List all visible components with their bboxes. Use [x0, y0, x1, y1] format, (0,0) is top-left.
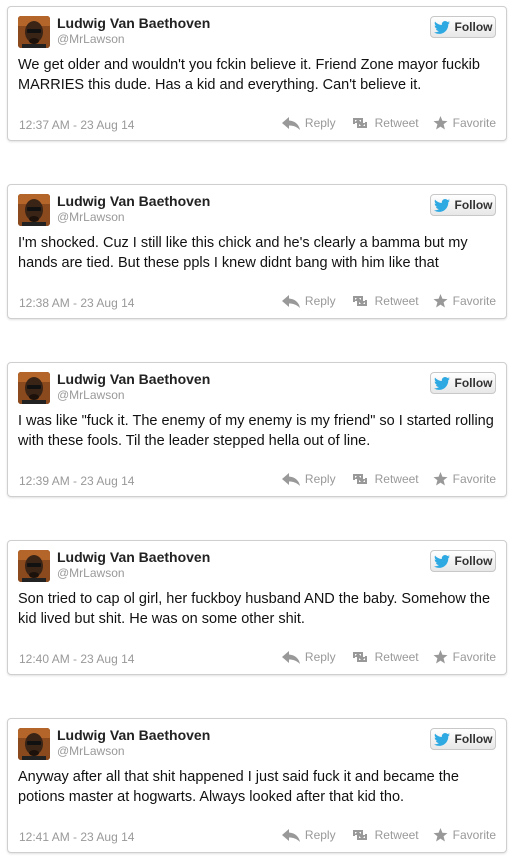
user-handle[interactable]: @MrLawson — [57, 566, 125, 580]
retweet-label: Retweet — [374, 828, 419, 842]
tweet-text: I'm shocked. Cuz I still like this chick… — [18, 235, 468, 271]
tweet-card: Ludwig Van Baethoven @MrLawson Follow So… — [7, 540, 507, 675]
favorite-label: Favorite — [452, 472, 496, 486]
retweet-button[interactable]: Retweet — [350, 472, 419, 486]
reply-label: Reply — [304, 472, 336, 486]
reply-button[interactable]: Reply — [281, 294, 336, 308]
user-handle[interactable]: @MrLawson — [57, 32, 125, 46]
star-icon — [433, 116, 448, 130]
reply-button[interactable]: Reply — [281, 650, 336, 664]
star-icon — [433, 828, 448, 842]
reply-arrow-icon — [281, 116, 300, 130]
user-handle[interactable]: @MrLawson — [57, 744, 125, 758]
favorite-button[interactable]: Favorite — [433, 828, 496, 842]
favorite-button[interactable]: Favorite — [433, 294, 496, 308]
tweet-actions: Reply Retweet Favorite — [281, 294, 496, 308]
star-icon — [433, 294, 448, 308]
display-name[interactable]: Ludwig Van Baethoven — [57, 371, 210, 387]
reply-label: Reply — [304, 828, 336, 842]
retweet-label: Retweet — [374, 472, 419, 486]
avatar[interactable] — [18, 16, 50, 48]
star-icon — [433, 472, 448, 486]
retweet-button[interactable]: Retweet — [350, 828, 419, 842]
tweet-text: I was like "fuck it. The enemy of my ene… — [18, 413, 494, 449]
retweet-icon — [350, 650, 370, 664]
tweet-actions: Reply Retweet Favorite — [281, 650, 496, 664]
follow-label: Follow — [454, 732, 493, 746]
follow-button[interactable]: Follow — [430, 372, 496, 394]
reply-label: Reply — [304, 116, 336, 130]
favorite-label: Favorite — [452, 116, 496, 130]
follow-label: Follow — [454, 376, 493, 390]
twitter-bird-icon — [433, 376, 450, 390]
retweet-label: Retweet — [374, 116, 419, 130]
reply-label: Reply — [304, 650, 336, 664]
timestamp[interactable]: 12:41 AM - 23 Aug 14 — [19, 830, 134, 844]
follow-label: Follow — [454, 554, 493, 568]
tweet-actions: Reply Retweet Favorite — [281, 116, 496, 130]
timestamp[interactable]: 12:38 AM - 23 Aug 14 — [19, 296, 134, 310]
reply-label: Reply — [304, 294, 336, 308]
reply-arrow-icon — [281, 828, 300, 842]
favorite-label: Favorite — [452, 828, 496, 842]
favorite-label: Favorite — [452, 294, 496, 308]
favorite-button[interactable]: Favorite — [433, 472, 496, 486]
retweet-label: Retweet — [374, 294, 419, 308]
follow-label: Follow — [454, 198, 493, 212]
follow-button[interactable]: Follow — [430, 728, 496, 750]
timestamp[interactable]: 12:39 AM - 23 Aug 14 — [19, 474, 134, 488]
favorite-label: Favorite — [452, 650, 496, 664]
twitter-bird-icon — [433, 198, 450, 212]
star-icon — [433, 650, 448, 664]
user-handle[interactable]: @MrLawson — [57, 210, 125, 224]
display-name[interactable]: Ludwig Van Baethoven — [57, 549, 210, 565]
follow-label: Follow — [454, 20, 493, 34]
timestamp[interactable]: 12:37 AM - 23 Aug 14 — [19, 118, 134, 132]
retweet-icon — [350, 294, 370, 308]
display-name[interactable]: Ludwig Van Baethoven — [57, 15, 210, 31]
tweet-card: Ludwig Van Baethoven @MrLawson Follow An… — [7, 718, 507, 853]
follow-button[interactable]: Follow — [430, 16, 496, 38]
tweet-actions: Reply Retweet Favorite — [281, 472, 496, 486]
follow-button[interactable]: Follow — [430, 194, 496, 216]
retweet-button[interactable]: Retweet — [350, 116, 419, 130]
avatar[interactable] — [18, 550, 50, 582]
twitter-bird-icon — [433, 732, 450, 746]
twitter-bird-icon — [433, 554, 450, 568]
retweet-icon — [350, 472, 370, 486]
tweet-card: Ludwig Van Baethoven @MrLawson Follow We… — [7, 6, 507, 141]
retweet-label: Retweet — [374, 650, 419, 664]
tweet-card: Ludwig Van Baethoven @MrLawson Follow I'… — [7, 184, 507, 319]
reply-arrow-icon — [281, 472, 300, 486]
follow-button[interactable]: Follow — [430, 550, 496, 572]
user-handle[interactable]: @MrLawson — [57, 388, 125, 402]
favorite-button[interactable]: Favorite — [433, 650, 496, 664]
reply-button[interactable]: Reply — [281, 472, 336, 486]
tweet-text: We get older and wouldn't you fckin beli… — [18, 57, 480, 93]
avatar[interactable] — [18, 728, 50, 760]
favorite-button[interactable]: Favorite — [433, 116, 496, 130]
retweet-icon — [350, 828, 370, 842]
tweet-actions: Reply Retweet Favorite — [281, 828, 496, 842]
retweet-button[interactable]: Retweet — [350, 294, 419, 308]
reply-arrow-icon — [281, 650, 300, 664]
timestamp[interactable]: 12:40 AM - 23 Aug 14 — [19, 652, 134, 666]
reply-button[interactable]: Reply — [281, 828, 336, 842]
twitter-bird-icon — [433, 20, 450, 34]
display-name[interactable]: Ludwig Van Baethoven — [57, 193, 210, 209]
avatar[interactable] — [18, 372, 50, 404]
display-name[interactable]: Ludwig Van Baethoven — [57, 727, 210, 743]
tweet-text: Anyway after all that shit happened I ju… — [18, 769, 459, 805]
retweet-button[interactable]: Retweet — [350, 650, 419, 664]
tweet-card: Ludwig Van Baethoven @MrLawson Follow I … — [7, 362, 507, 497]
reply-arrow-icon — [281, 294, 300, 308]
avatar[interactable] — [18, 194, 50, 226]
retweet-icon — [350, 116, 370, 130]
reply-button[interactable]: Reply — [281, 116, 336, 130]
tweet-text: Son tried to cap ol girl, her fuckboy hu… — [18, 591, 491, 627]
